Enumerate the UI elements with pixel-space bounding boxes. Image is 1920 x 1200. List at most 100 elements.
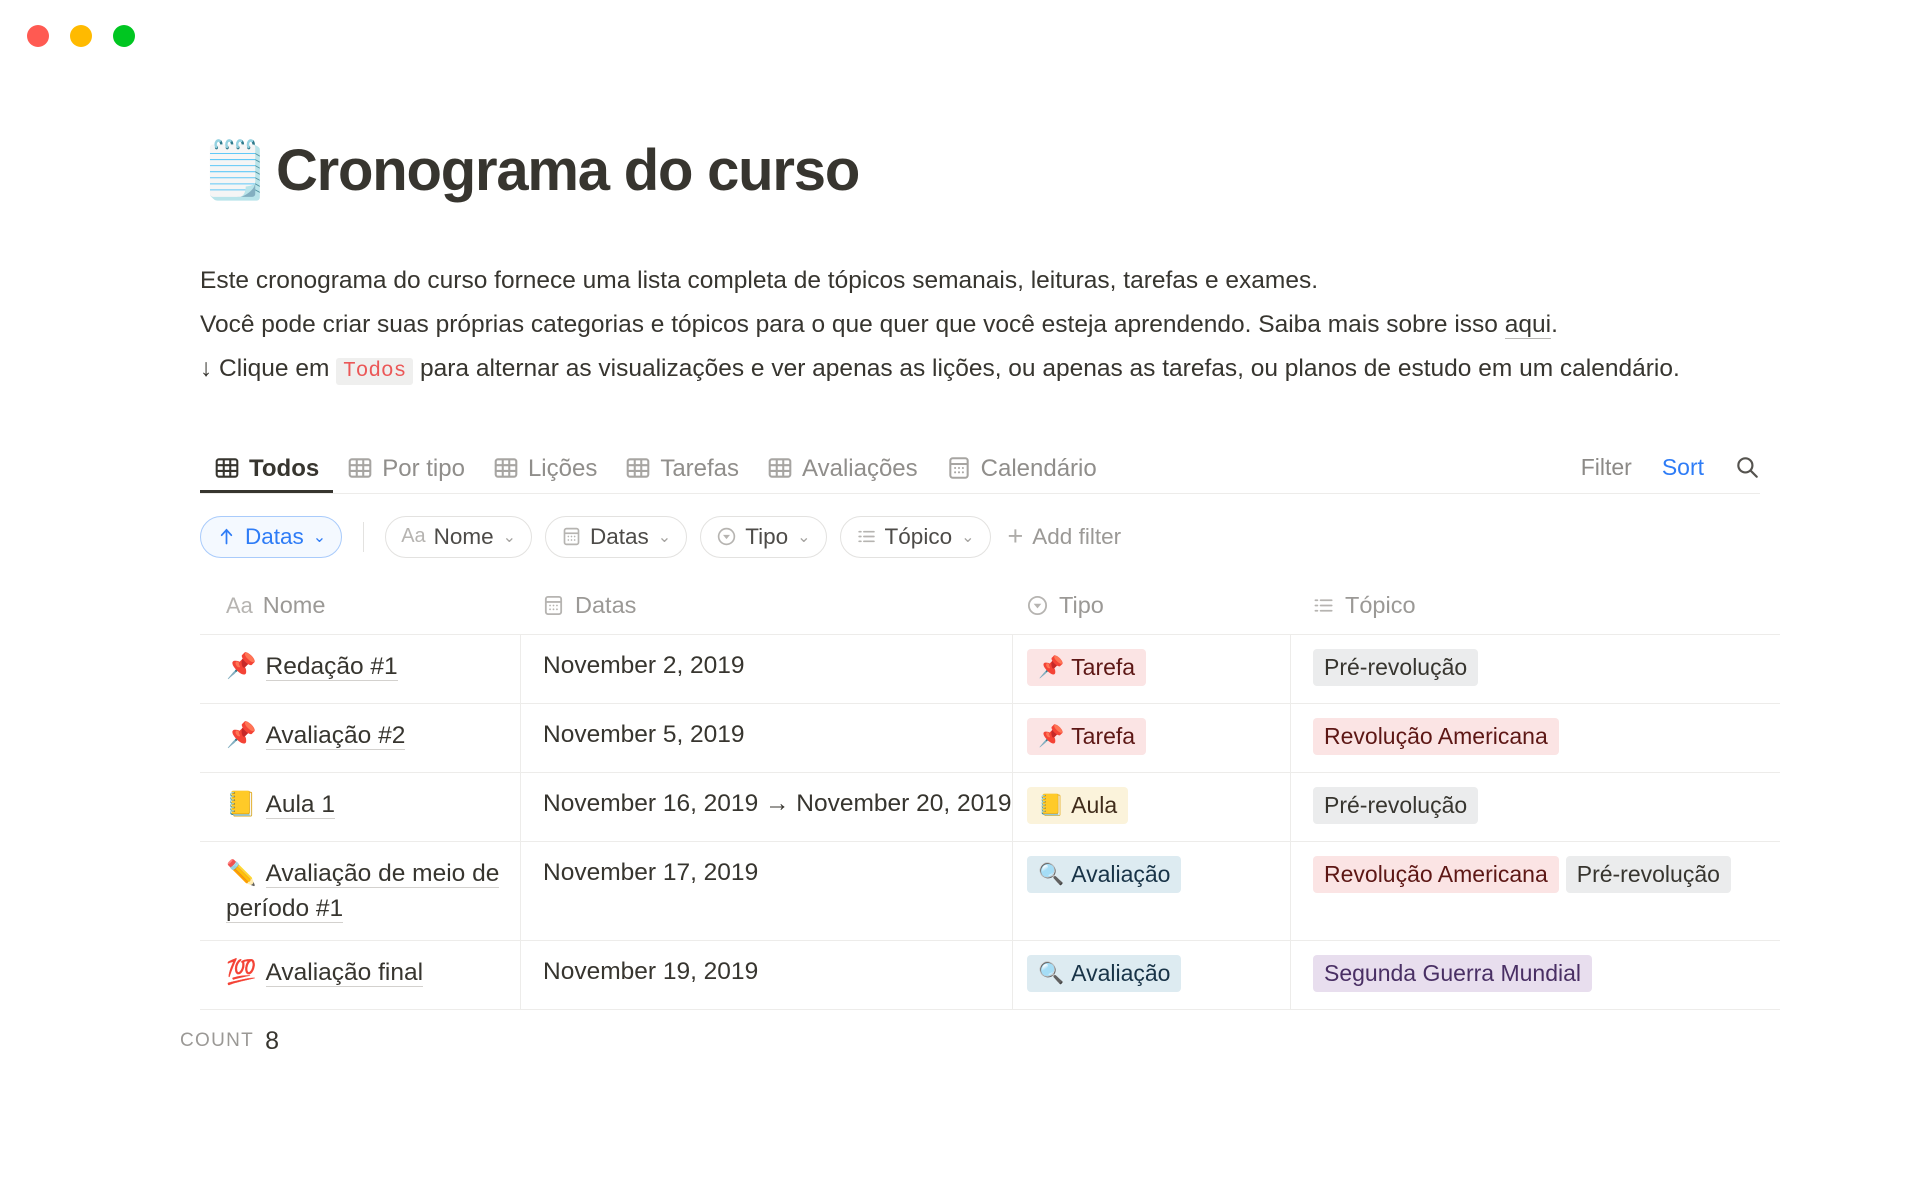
- count-label: COUNT: [180, 1030, 255, 1052]
- column-header-tipo[interactable]: Tipo: [1012, 592, 1290, 619]
- cell-tipo[interactable]: 📌 Tarefa: [1012, 703, 1290, 772]
- tab-label: Tarefas: [660, 454, 740, 482]
- cell-datas[interactable]: November 2, 2019: [520, 634, 1012, 703]
- filter-button[interactable]: Filter: [1581, 454, 1632, 481]
- add-filter-button[interactable]: + Add filter: [1004, 523, 1122, 550]
- row-emoji-icon: 📒: [226, 788, 257, 818]
- select-icon: [1026, 594, 1049, 617]
- row-title-link[interactable]: Aula 1: [265, 790, 335, 819]
- badge-label: Aula: [1071, 791, 1118, 818]
- cell-datas[interactable]: November 19, 2019: [520, 941, 1012, 1010]
- column-header-datas[interactable]: Datas: [520, 592, 1012, 619]
- aqui-link[interactable]: aqui: [1504, 310, 1552, 339]
- cell-topico[interactable]: Segunda Guerra Mundial: [1290, 941, 1760, 1010]
- page-title[interactable]: Cronograma do curso: [276, 139, 860, 203]
- column-header-label: Tópico: [1345, 592, 1416, 619]
- column-header-tópico[interactable]: Tópico: [1290, 592, 1760, 619]
- column-header-label: Datas: [575, 592, 637, 619]
- calendar-icon: [946, 455, 972, 481]
- filter-chip-tópico[interactable]: Tópico ⌄: [839, 515, 991, 558]
- date-value: November 17, 2019: [543, 858, 759, 886]
- date-value: November 19, 2019: [543, 958, 759, 986]
- row-title-link[interactable]: Avaliação de meio de período #1: [226, 859, 500, 923]
- multiselect-icon: [1312, 594, 1335, 617]
- badge-label: Tarefa: [1071, 722, 1136, 749]
- cell-nome[interactable]: ✏️ Avaliação de meio de período #1: [200, 842, 520, 941]
- table-row[interactable]: 📌 Avaliação #2 November 5, 2019 📌 Tarefa Revo…: [200, 703, 1780, 773]
- filter-chip-tipo[interactable]: Tipo ⌄: [700, 515, 827, 558]
- row-emoji-icon: 📌: [226, 650, 257, 680]
- tab-label: Avaliações: [802, 454, 918, 482]
- status-badge: 🔍 Avaliação: [1027, 855, 1182, 893]
- arrow-up-icon: [216, 526, 237, 547]
- topic-badges: Segunda Guerra Mundial: [1313, 955, 1592, 993]
- chevron-down-icon: ⌄: [312, 528, 327, 546]
- filter-sort-chiprow: Datas ⌄ Aa Nome ⌄ Datas ⌄ Tipo ⌄ Tópico ⌄ + Add filt…: [200, 515, 1760, 558]
- cell-tipo[interactable]: 📌 Tarefa: [1012, 634, 1290, 703]
- column-header-nome[interactable]: Aa Nome: [200, 592, 520, 619]
- cell-nome[interactable]: 📌 Avaliação #2: [200, 704, 520, 772]
- cell-tipo[interactable]: 🔍 Avaliação: [1012, 941, 1290, 1010]
- minimize-window-button[interactable]: [70, 25, 92, 47]
- badge-emoji-icon: 🔍: [1038, 961, 1065, 986]
- calendar-icon: [542, 594, 565, 617]
- description-line-3-text-b: para alternar as visualizações e ver ape…: [413, 354, 1680, 382]
- row-title-link[interactable]: Redação #1: [265, 652, 398, 681]
- tab-por-tipo[interactable]: Por tipo: [333, 436, 479, 493]
- sort-chip-datas[interactable]: Datas ⌄: [200, 515, 343, 558]
- cell-topico[interactable]: Revolução Americana: [1290, 703, 1760, 772]
- maximize-window-button[interactable]: [113, 25, 135, 47]
- status-badge: 📒 Aula: [1027, 786, 1129, 824]
- topic-badges: Pré-revolução: [1313, 648, 1479, 686]
- tab-todos[interactable]: Todos: [200, 436, 333, 493]
- table-row[interactable]: 📌 Redação #1 November 2, 2019 📌 Tarefa Pré-re…: [200, 634, 1780, 704]
- cell-nome[interactable]: 💯 Avaliação final: [200, 941, 520, 1009]
- cell-nome[interactable]: 📌 Redação #1: [200, 635, 520, 703]
- topic-badges: Pré-revolução: [1313, 786, 1479, 824]
- tab-avaliações[interactable]: Avaliações: [753, 436, 932, 493]
- cell-datas[interactable]: November 5, 2019: [520, 703, 1012, 772]
- filter-chip-label: Nome: [433, 523, 494, 549]
- sort-chip-label: Datas: [245, 523, 304, 549]
- page-icon-emoji[interactable]: 🗒️: [200, 142, 270, 199]
- row-title: 📒 Aula 1: [226, 787, 335, 823]
- tab-tarefas[interactable]: Tarefas: [611, 436, 753, 493]
- cell-datas[interactable]: November 16, 2019 → November 20, 2019: [520, 772, 1012, 841]
- cell-tipo[interactable]: 📒 Aula: [1012, 772, 1290, 841]
- badge-emoji-icon: 📒: [1038, 792, 1065, 817]
- tab-lições[interactable]: Lições: [479, 436, 611, 493]
- filter-chip-datas[interactable]: Datas ⌄: [545, 515, 688, 558]
- cell-tipo[interactable]: 🔍 Avaliação: [1012, 841, 1290, 941]
- tab-calendário[interactable]: Calendário: [932, 436, 1111, 493]
- row-title: 💯 Avaliação final: [226, 955, 424, 991]
- description-line-3: ↓ Clique em Todos para alternar as visua…: [200, 348, 1740, 390]
- badge-label: Tarefa: [1071, 653, 1136, 680]
- calendar-icon: [561, 526, 582, 547]
- topic-badge-label: Pré-revolução: [1324, 791, 1468, 818]
- table-row[interactable]: 💯 Avaliação final November 19, 2019 🔍 Avalia…: [200, 941, 1780, 1011]
- row-title-link[interactable]: Avaliação #2: [265, 721, 406, 750]
- table-row[interactable]: ✏️ Avaliação de meio de período #1 Novembe…: [200, 841, 1780, 942]
- search-icon[interactable]: [1734, 454, 1760, 480]
- topic-badge-label: Segunda Guerra Mundial: [1324, 960, 1581, 987]
- description-line-1: Este cronograma do curso fornece uma lis…: [200, 266, 1319, 294]
- sort-button[interactable]: Sort: [1662, 454, 1704, 481]
- tab-label: Por tipo: [382, 454, 465, 482]
- database-table: Aa Nome Datas Tipo Tópico 📌 Redação #1 Novembe…: [200, 578, 1780, 1011]
- cell-topico[interactable]: Pré-revolução: [1290, 772, 1760, 841]
- cell-topico[interactable]: Revolução Americana Pré-revolução: [1290, 841, 1760, 941]
- topic-badges: Revolução Americana Pré-revolução: [1313, 855, 1731, 893]
- row-title-link[interactable]: Avaliação final: [265, 959, 424, 988]
- tipo-badges: 📌 Tarefa: [1027, 648, 1147, 686]
- status-badge: 📌 Tarefa: [1027, 648, 1147, 686]
- page-header: 🗒️ Cronograma do curso: [200, 100, 1760, 242]
- filter-chip-nome[interactable]: Aa Nome ⌄: [385, 515, 533, 558]
- close-window-button[interactable]: [27, 25, 49, 47]
- cell-datas[interactable]: November 17, 2019: [520, 841, 1012, 941]
- chevron-down-icon: ⌄: [797, 528, 811, 546]
- table-row[interactable]: 📒 Aula 1 November 16, 2019 → November 20, …: [200, 772, 1780, 842]
- date-value: November 2, 2019: [543, 651, 745, 679]
- cell-nome[interactable]: 📒 Aula 1: [200, 773, 520, 841]
- table-icon: [625, 455, 651, 481]
- cell-topico[interactable]: Pré-revolução: [1290, 634, 1760, 703]
